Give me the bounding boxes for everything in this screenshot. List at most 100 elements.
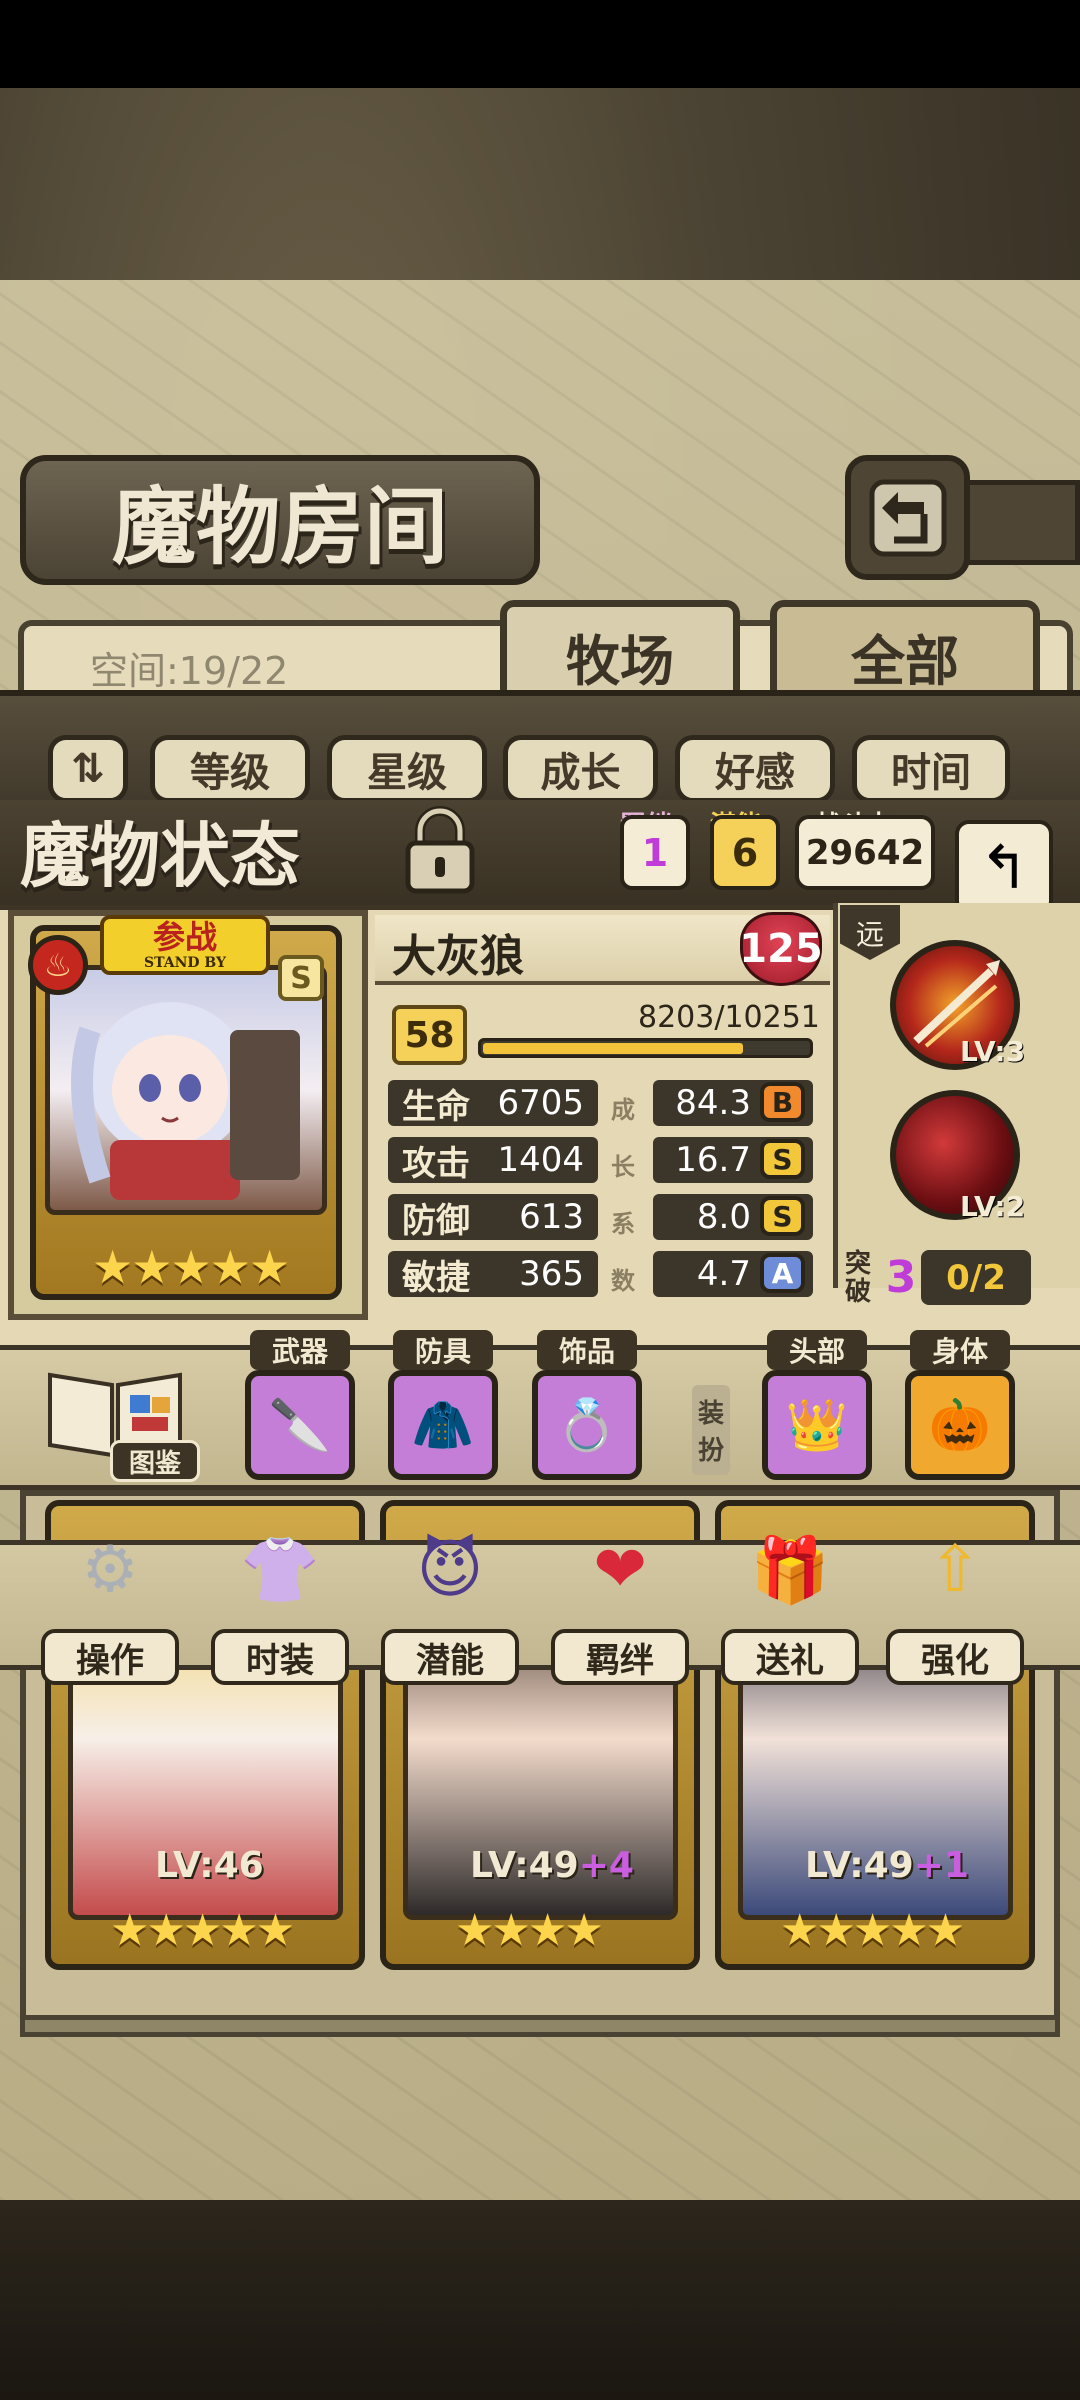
stat-agility: 敏捷 365 <box>388 1251 598 1298</box>
dress-up-char-1: 装 <box>697 1399 724 1429</box>
outfit-icon: 👚 <box>240 1533 320 1608</box>
action-label: 操作 <box>41 1629 179 1685</box>
growth-label-2: 长 <box>611 1153 635 1181</box>
page-title: 魔物房间 <box>20 455 540 585</box>
xp-text: 8203/10251 <box>638 1000 820 1035</box>
skill-2-level: LV:2 <box>960 1190 1026 1223</box>
ring-icon: 💍 <box>555 1395 619 1454</box>
stat-label: 防御 <box>402 1200 470 1241</box>
slot-label-accessory: 饰品 <box>537 1330 637 1370</box>
fire-element-icon: ♨ <box>28 935 88 995</box>
action-upgrade[interactable]: ⇧ 强化 <box>886 1515 1024 1685</box>
gear-icon: ⚙ <box>81 1533 139 1607</box>
stat-value: 613 <box>519 1197 584 1237</box>
sort-level-button[interactable]: 等级 <box>150 735 310 803</box>
sort-time-button[interactable]: 时间 <box>852 735 1010 803</box>
breakthrough-value: 3 <box>885 1252 917 1303</box>
status-title: 魔物状态 <box>20 814 300 897</box>
stat-value: 365 <box>519 1254 584 1294</box>
bottom-shade <box>0 2200 1080 2400</box>
affection-heart: 125 <box>739 912 823 986</box>
slot-label-armor: 防具 <box>393 1330 493 1370</box>
stat-label: 生命 <box>402 1086 470 1127</box>
rank-badge: S <box>760 1139 805 1179</box>
space-counter: 空间:19/22 <box>90 649 289 693</box>
skill-1-level: LV:3 <box>960 1035 1026 1068</box>
back-button-bg <box>960 480 1080 565</box>
action-operate[interactable]: ⚙ 操作 <box>41 1515 179 1685</box>
return-icon <box>869 479 946 556</box>
roster-level-text: LV:49 <box>805 1845 914 1886</box>
breakthrough: 突破 3 0/2 <box>845 1245 1065 1310</box>
level-badge: 58 <box>392 1005 467 1065</box>
breakthrough-label: 突破 <box>845 1248 872 1307</box>
action-bond[interactable]: ❤ 羁绊 <box>551 1515 689 1685</box>
demon-icon: 😈 <box>416 1533 484 1607</box>
pumpkin-icon: 🎃 <box>928 1395 992 1454</box>
growth-label-1: 成 <box>611 1096 635 1124</box>
standby-badge: 参战 STAND BY <box>100 915 270 975</box>
body-slot[interactable]: 🎃 <box>905 1370 1015 1480</box>
head-slot[interactable]: 👑 <box>762 1370 872 1480</box>
sort-toggle-icon: ⇅ <box>71 746 105 792</box>
rank-badge: S <box>760 1196 805 1236</box>
action-label: 羁绊 <box>551 1629 689 1685</box>
bond-value: 1 <box>620 815 690 890</box>
stat-label: 敏捷 <box>402 1257 470 1298</box>
monster-illustration <box>71 1002 300 1200</box>
status-bar <box>0 0 1080 88</box>
sort-growth-button[interactable]: 成长 <box>503 735 658 803</box>
roster-bottom-bar <box>20 2015 1060 2037</box>
sort-toggle-button[interactable]: ⇅ <box>48 735 128 803</box>
roster-stars: ★★★★★ <box>780 1905 965 1956</box>
upgrade-icon: ⇧ <box>928 1533 982 1607</box>
action-label: 强化 <box>886 1629 1024 1685</box>
standby-cn: 参战 <box>152 918 217 956</box>
action-label: 潜能 <box>381 1629 519 1685</box>
hearts-icon: ❤ <box>593 1533 647 1607</box>
back-button[interactable] <box>845 455 970 580</box>
dress-up-char-2: 扮 <box>697 1436 724 1466</box>
return-button[interactable]: ↰ <box>955 820 1053 915</box>
slot-label-weapon: 武器 <box>250 1330 350 1370</box>
roster-stars: ★★★★ <box>455 1905 604 1956</box>
slot-label-body: 身体 <box>910 1330 1010 1370</box>
stat-value: 6705 <box>497 1083 584 1123</box>
lock-icon <box>405 806 475 894</box>
roster-level: LV:49+4 <box>470 1845 634 1886</box>
roster-stars: ★★★★★ <box>110 1905 295 1956</box>
growth-label-3: 系 <box>611 1210 635 1238</box>
grade-badge: S <box>278 955 324 1001</box>
monster-name: 大灰狼 <box>392 931 524 982</box>
weapon-slot[interactable]: 🔪 <box>245 1370 355 1480</box>
stat-hp: 生命 6705 <box>388 1080 598 1127</box>
action-outfit[interactable]: 👚 时装 <box>211 1515 349 1685</box>
sort-star-button[interactable]: 星级 <box>327 735 487 803</box>
armor-slot[interactable]: 🧥 <box>388 1370 498 1480</box>
gift-icon: 🎁 <box>750 1533 830 1608</box>
armor-icon: 🧥 <box>411 1395 475 1454</box>
return-arrow-icon: ↰ <box>978 832 1030 903</box>
standby-en: STAND BY <box>143 955 227 971</box>
roster-level-text: LV:49 <box>470 1845 579 1886</box>
roster-level-text: LV:46 <box>155 1845 264 1886</box>
stat-label: 攻击 <box>402 1143 470 1184</box>
stat-defense: 防御 613 <box>388 1194 598 1241</box>
action-gift[interactable]: 🎁 送礼 <box>721 1515 859 1685</box>
stat-attack: 攻击 1404 <box>388 1137 598 1184</box>
potential-value: 6 <box>710 815 780 890</box>
rank-badge: A <box>760 1253 805 1293</box>
lock-button[interactable] <box>390 800 490 900</box>
stat-value: 1404 <box>497 1140 584 1180</box>
sort-affection-button[interactable]: 好感 <box>675 735 835 803</box>
action-potential[interactable]: 😈 潜能 <box>381 1515 519 1685</box>
accessory-slot[interactable]: 💍 <box>532 1370 642 1480</box>
monster-portrait <box>45 965 327 1215</box>
card-stars: ★★★★★ <box>92 1240 290 1294</box>
roster-level-plus: +1 <box>913 1845 969 1886</box>
action-label: 时装 <box>211 1629 349 1685</box>
breakthrough-progress: 0/2 <box>921 1250 1031 1305</box>
roster-level: LV:46 <box>155 1845 264 1886</box>
weapon-icon: 🔪 <box>268 1395 332 1454</box>
codex-label: 图鉴 <box>110 1440 200 1482</box>
